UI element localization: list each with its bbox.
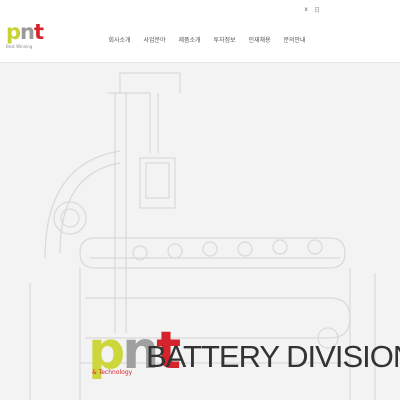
main-nav: 회사소개 사업분야 제품소개 투자정보 인재채용 문의안내	[102, 35, 312, 44]
header: pnt Best Winning x 日 회사소개 사업분야 제품소개 투자정보…	[0, 0, 400, 63]
nav-item-careers[interactable]: 인재채용	[242, 35, 277, 44]
pnt-logo[interactable]: pnt Best Winning	[6, 20, 44, 52]
nav-item-investors[interactable]: 투자정보	[207, 35, 242, 44]
nav-item-business[interactable]: 사업분야	[137, 35, 172, 44]
close-icon[interactable]: x	[304, 6, 308, 13]
language-selector[interactable]: 日	[314, 5, 320, 14]
hero-banner: pnt & Technology BATTERY DIVISION	[0, 63, 400, 400]
battery-division-banner: pnt & Technology BATTERY DIVISION	[88, 325, 400, 383]
nav-item-products[interactable]: 제품소개	[172, 35, 207, 44]
logo-wordmark: pnt	[6, 20, 44, 44]
logo-subtitle: & Technology	[92, 369, 133, 376]
nav-item-company[interactable]: 회사소개	[102, 35, 137, 44]
logo-tagline: Best Winning	[6, 44, 33, 49]
nav-item-contact[interactable]: 문의안내	[277, 35, 312, 44]
utility-bar: x 日	[304, 5, 320, 14]
hero-title: BATTERY DIVISION	[146, 339, 400, 374]
